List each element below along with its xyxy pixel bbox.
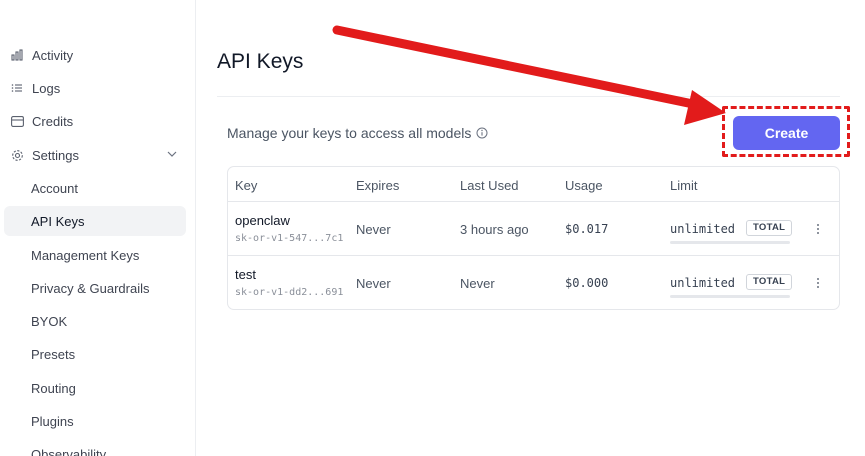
limit-type-badge: TOTAL <box>746 274 793 290</box>
sidebar-item-label: BYOK <box>31 313 68 329</box>
row-divider <box>228 255 839 256</box>
sidebar-item-logs[interactable]: Logs <box>4 73 186 103</box>
sidebar-item-label: Presets <box>31 346 76 362</box>
sidebar-item-plugins[interactable]: Plugins <box>4 406 186 436</box>
key-masked-value: sk-or-v1-547...7c1 <box>235 233 344 244</box>
sidebar-item-label: Account <box>31 180 78 196</box>
column-header-limit: Limit <box>670 178 698 193</box>
sidebar: Activity Logs Credits Settings Account A… <box>0 0 196 456</box>
sidebar-item-management-keys[interactable]: Management Keys <box>4 240 186 270</box>
api-keys-table: Key Expires Last Used Usage Limit opencl… <box>227 166 840 310</box>
sidebar-item-account[interactable]: Account <box>4 173 186 203</box>
chevron-down-icon[interactable] <box>166 148 178 163</box>
limit-type-badge: TOTAL <box>746 220 793 236</box>
sidebar-item-label: Routing <box>31 380 76 396</box>
key-limit: unlimited <box>670 276 736 290</box>
bar-chart-icon <box>10 48 24 62</box>
page-title: API Keys <box>217 50 304 73</box>
key-limit: unlimited <box>670 222 736 236</box>
sidebar-item-api-keys[interactable]: API Keys <box>4 206 186 236</box>
sidebar-item-label: API Keys <box>31 213 85 229</box>
key-usage: $0.000 <box>565 276 609 290</box>
sidebar-item-credits[interactable]: Credits <box>4 106 186 136</box>
key-expires: Never <box>356 222 391 237</box>
row-menu-icon[interactable] <box>812 222 824 236</box>
key-masked-value: sk-or-v1-dd2...691 <box>235 287 344 298</box>
title-divider <box>217 96 840 97</box>
key-last-used: Never <box>460 276 495 291</box>
credit-card-icon <box>10 114 24 128</box>
key-name: openclaw <box>235 213 290 228</box>
row-divider <box>228 201 839 202</box>
sidebar-item-byok[interactable]: BYOK <box>4 306 186 336</box>
key-usage: $0.017 <box>565 222 609 236</box>
column-header-usage: Usage <box>565 178 603 193</box>
sidebar-item-label: Privacy & Guardrails <box>31 280 150 296</box>
sidebar-item-presets[interactable]: Presets <box>4 339 186 369</box>
usage-progress-bar <box>670 241 790 244</box>
sidebar-item-label: Settings <box>32 147 79 163</box>
info-icon[interactable] <box>476 127 488 139</box>
row-menu-icon[interactable] <box>812 276 824 290</box>
sidebar-item-label: Plugins <box>31 413 74 429</box>
usage-progress-bar <box>670 295 790 298</box>
list-icon <box>10 81 24 95</box>
sidebar-item-privacy-guardrails[interactable]: Privacy & Guardrails <box>4 273 186 303</box>
page-subtitle: Manage your keys to access all models <box>227 125 488 141</box>
column-header-expires: Expires <box>356 178 400 193</box>
sidebar-item-observability[interactable]: Observability <box>4 439 186 456</box>
gear-icon <box>10 148 24 162</box>
sidebar-item-label: Credits <box>32 113 74 129</box>
sidebar-item-activity[interactable]: Activity <box>4 40 186 70</box>
key-name: test <box>235 267 256 282</box>
sidebar-item-label: Logs <box>32 80 61 96</box>
key-expires: Never <box>356 276 391 291</box>
sidebar-item-label: Activity <box>32 47 74 63</box>
create-button[interactable]: Create <box>733 116 840 150</box>
sidebar-item-label: Observability <box>31 446 107 456</box>
column-header-last-used: Last Used <box>460 178 519 193</box>
key-last-used: 3 hours ago <box>460 222 529 237</box>
sidebar-item-settings[interactable]: Settings <box>4 140 186 170</box>
column-header-key: Key <box>235 178 258 193</box>
sidebar-item-routing[interactable]: Routing <box>4 373 186 403</box>
sidebar-item-label: Management Keys <box>31 247 140 263</box>
subtitle-text: Manage your keys to access all models <box>227 125 472 141</box>
